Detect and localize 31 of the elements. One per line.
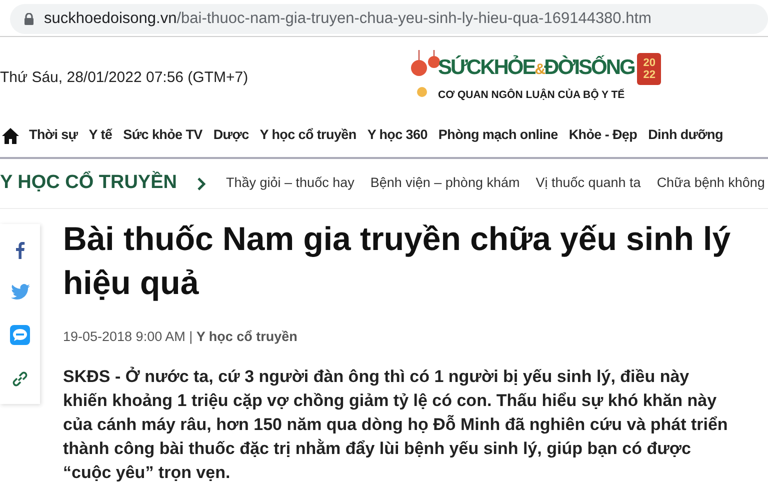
nav-link[interactable]: Khỏe - Đẹp [568, 125, 638, 146]
subnav-link[interactable]: Thầy giỏi – thuốc hay [226, 173, 354, 194]
lock-icon [24, 13, 34, 25]
chevron-right-icon [197, 176, 206, 190]
nav-link[interactable]: Y học 360 [367, 125, 428, 146]
date-text: Thứ Sáu, 28/01/2022 07:56 (GTM+7) [0, 68, 248, 88]
nav-link[interactable]: Phòng mạch online [438, 125, 558, 146]
nav-link[interactable]: Dược [213, 125, 249, 146]
logo-tagline: CƠ QUAN NGÔN LUẬN CỦA BỘ Y TẾ [438, 88, 625, 103]
address-bar[interactable]: suckhoedoisong.vn/bai-thuoc-nam-gia-truyen-chua-yeu-sinh-ly-hieu-qua-169144380.htm [10, 4, 768, 34]
subnav-link[interactable]: Chữa bệnh không [656, 173, 765, 194]
nav-link[interactable]: Y tế [88, 125, 112, 146]
url-text: suckhoedoisong.vn/bai-thuoc-nam-gia-truyen-chua-yeu-sinh-ly-hieu-qua-169144380.htm [44, 9, 652, 30]
lead-paragraph: SKĐS - Ở nước ta, cứ 3 người đàn ông thì có 1 người bị yếu sinh lý, điều này khiến khoảng 1 triệu cặp vợ chồng giảm tỷ lệ có con. Thấu hiểu sự khó khăn này của cánh máy râu, hơn 150 năm qua dòng họ Đỗ Minh đã nghiên cứu và phát triển thành công bài thuốc đặc trị nhằm đẩy lùi bệnh yếu sinh lý, giúp bạn có được “cuộc yêu” trọn vẹn. [63, 366, 728, 484]
subnav-link[interactable]: Bệnh viện – phòng khám [370, 173, 520, 194]
section-title[interactable]: Y HỌC CỔ TRUYỀN [0, 169, 178, 198]
nav-link[interactable]: Sức khỏe TV [123, 125, 202, 146]
year-badge: 20 22 [637, 53, 662, 85]
logo-text: SỨCKHỎE&ĐỜISỐNG [438, 54, 634, 81]
article-title: Bài thuốc Nam gia truyền chữa yếu sinh lý hiệu quả [63, 219, 732, 303]
home-icon[interactable] [2, 128, 19, 144]
bird-icon[interactable] [10, 284, 30, 300]
chat-icon[interactable] [10, 324, 30, 344]
subnav-link[interactable]: Vị thuốc quanh ta [536, 173, 641, 194]
link-icon[interactable] [11, 370, 29, 388]
lantern-drawing [410, 50, 440, 100]
facebook-icon[interactable] [15, 240, 25, 258]
nav-link[interactable]: Dinh dưỡng [648, 125, 723, 146]
nav-link[interactable]: Y học cổ truyền [260, 125, 356, 146]
article-meta: 19-05-2018 9:00 AM | Y học cổ truyền [63, 328, 298, 346]
nav-link[interactable]: Thời sự [29, 125, 78, 146]
